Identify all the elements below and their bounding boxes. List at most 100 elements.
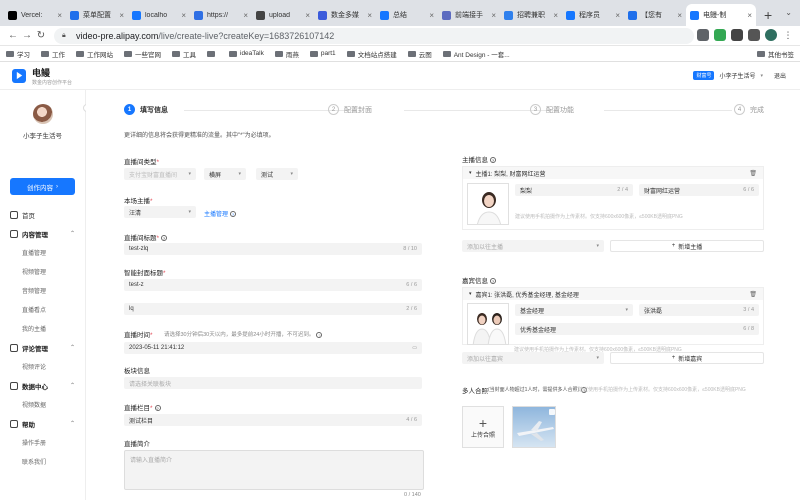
browser-tab[interactable]: upload × [252,4,314,26]
sidebar-item[interactable]: 首页 [0,205,85,224]
orientation-select[interactable]: 横屏 ▾ [204,168,246,180]
sidebar-item[interactable]: 直播管理 [0,243,85,262]
browser-tab[interactable]: https:// × [190,4,252,26]
room-test-select[interactable]: 测试 ▾ [256,168,298,180]
sidepanel-icon[interactable] [748,29,760,41]
close-icon[interactable]: × [181,11,186,20]
add-host-button[interactable]: + 新增主播 [610,240,764,252]
add-guest-select[interactable]: 添加以往嘉宾 ▾ [462,352,604,364]
logout-link[interactable]: 退出 [774,71,786,80]
bookmark-item[interactable]: part1 [309,50,336,57]
close-icon[interactable]: × [615,11,620,20]
browser-tab[interactable]: 菜单配置 × [66,4,128,26]
sidebar-item[interactable]: 视频数据 [0,395,85,414]
app-logo[interactable] [12,68,26,83]
browser-tab[interactable]: 招聘兼职 × [500,4,562,26]
host-select[interactable]: 汪清 ▾ [124,206,196,218]
guest-name-input[interactable]: 张洪磊 3 / 4 [639,304,759,316]
bookmark-item[interactable]: 文档站点搭建 [346,49,397,59]
guest-title-input[interactable]: 优秀基金经理 6 / 8 [515,323,759,335]
close-icon[interactable]: × [243,11,248,20]
step-2[interactable]: 2 配置封面 [328,104,372,115]
browser-tab[interactable]: localho × [128,4,190,26]
sidebar-item[interactable]: 视频管理 [0,262,85,281]
close-icon[interactable]: × [367,11,372,20]
bookmark-item[interactable]: 工具 [172,49,196,59]
sidebar-item[interactable]: 操作手册 [0,433,85,452]
user-name[interactable]: 小李子生活号 [719,71,755,80]
create-content-button[interactable]: 创作内容 › [10,178,75,195]
chevron-down-icon[interactable]: ▾ [760,73,763,79]
host-name-input[interactable]: 梨梨 2 / 4 [515,184,633,196]
sidebar-item[interactable]: 帮助 ⌃ [0,414,85,433]
tab-search-icon[interactable]: ⌄ [785,8,792,17]
host-photo[interactable] [467,183,509,225]
browser-tab[interactable]: 总结 × [376,4,438,26]
bookmark-item[interactable]: 学习 [6,49,30,59]
time-picker[interactable]: 2023-05-11 21:41:12 ▭ [124,342,422,354]
browser-tab[interactable]: 【您有 × [624,4,686,26]
bookmark-item[interactable]: 雨燕 [274,49,299,59]
bookmark-item[interactable]: 工作 [41,49,65,59]
bookmark-item[interactable]: 一些官网 [124,49,161,59]
room-type-select[interactable]: 支付宝财富直播间 ▾ [124,168,196,180]
column-input[interactable]: 测试栏目 4 / 6 [124,414,422,426]
sidebar-item[interactable]: 视频评论 [0,357,85,376]
step-3[interactable]: 3 配置功能 [530,104,574,115]
browser-tab[interactable]: Vercel: × [4,4,66,26]
sidebar-item[interactable]: 直播看点 [0,300,85,319]
cover-title-input-2[interactable]: lq 2 / 6 [124,303,422,315]
guest-photo[interactable] [467,303,509,345]
sidebar-item[interactable]: 数据中心 ⌃ [0,376,85,395]
block-select[interactable]: 请选择关联板块 [124,377,422,389]
close-icon[interactable]: × [119,11,124,20]
browser-tab[interactable]: 前端接手 × [438,4,500,26]
new-tab-button[interactable]: + [764,4,772,26]
delete-icon[interactable]: 🗑︎ [749,170,757,177]
close-icon[interactable]: × [429,11,434,20]
close-icon[interactable]: × [553,11,558,20]
guest-role-input[interactable]: 基金经理 ▾ [515,304,633,316]
other-bookmarks[interactable]: 其他书签 [757,49,794,59]
extension-icon[interactable] [714,29,726,41]
add-host-select[interactable]: 添加以往主播 ▾ [462,240,604,252]
sidebar-item[interactable]: 内容管理 ⌃ [0,224,85,243]
sidebar-item[interactable]: 我的主播 [0,319,85,338]
profile-icon[interactable] [765,29,777,41]
step-1[interactable]: 1 填写信息 [124,104,168,115]
guest-card-header[interactable]: ▾ 嘉宾1: 张洪磊, 优秀基金经理, 基金经理 🗑︎ [463,288,763,300]
browser-tab[interactable]: 电鳗-制 × [686,4,756,26]
host-manage-link[interactable]: 主播管理? [204,209,237,218]
cover-title-input-1[interactable]: test-z 6 / 6 [124,279,422,291]
forward-icon[interactable]: → [20,30,34,41]
sidebar-item[interactable]: 评论管理 ⌃ [0,338,85,357]
host-card-header[interactable]: ▾ 主播1: 梨梨, 财富网红运营 🗑︎ [463,167,763,179]
upload-group-photo[interactable]: + 上传合照 [462,406,504,448]
bookmark-item[interactable]: Ant Design - 一套... [442,49,510,59]
title-input[interactable]: test-zlq 8 / 10 [124,243,422,255]
bookmark-item[interactable] [207,50,218,57]
close-icon[interactable]: × [491,11,496,20]
intro-textarea[interactable]: 请输入直播简介 [124,450,424,490]
add-guest-button[interactable]: + 新增嘉宾 [610,352,764,364]
close-icon[interactable]: × [305,11,310,20]
browser-tab[interactable]: 数金多媒 × [314,4,376,26]
sidebar-item[interactable]: 音频管理 [0,281,85,300]
close-icon[interactable]: × [747,11,752,20]
delete-icon[interactable]: 🗑︎ [749,291,757,298]
close-icon[interactable]: × [677,11,682,20]
puzzle-icon[interactable] [731,29,743,41]
host-role-input[interactable]: 财富网红运营 6 / 6 [639,184,759,196]
bookmark-item[interactable]: 工作网站 [76,49,113,59]
extension-icon[interactable] [697,29,709,41]
bookmark-item[interactable]: ideaTalk [229,50,264,57]
back-icon[interactable]: ← [6,30,20,41]
bookmark-item[interactable]: 云图 [407,49,432,59]
step-4[interactable]: 4 完成 [734,104,764,115]
sidebar-item[interactable]: 联系我们 [0,452,85,471]
group-photo-thumbnail[interactable] [512,406,556,448]
browser-tab[interactable]: 程序员 × [562,4,624,26]
reload-icon[interactable]: ↻ [34,30,48,41]
address-bar[interactable]: 🔒︎ video-pre.alipay.com/live/create-live… [54,27,694,44]
close-icon[interactable]: × [57,11,62,20]
